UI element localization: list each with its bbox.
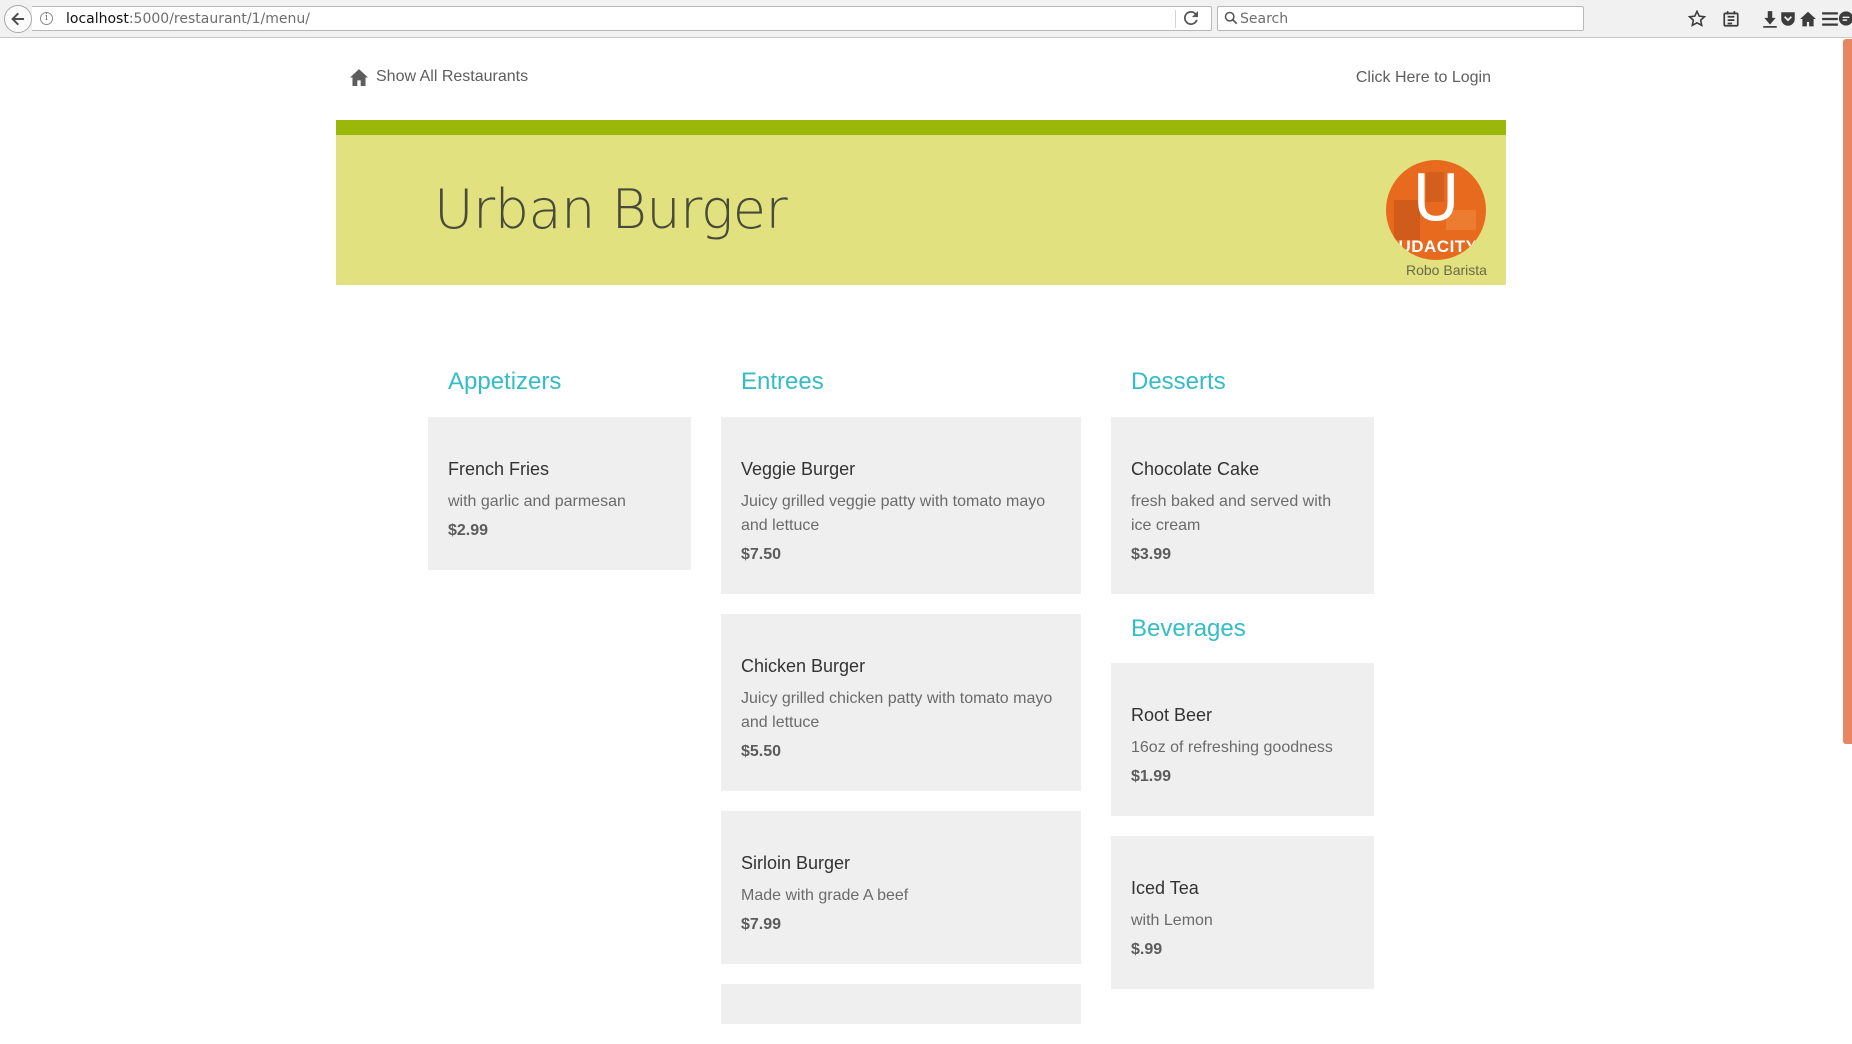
menu-item-name: Veggie Burger [741, 459, 856, 479]
reading-list-icon[interactable] [1719, 7, 1743, 31]
section-title-desserts: Desserts [1131, 368, 1226, 395]
menu-icon[interactable] [1818, 7, 1842, 31]
info-icon[interactable]: i [40, 12, 53, 25]
entrees-column: Entrees Veggie Burger Juicy grilled vegg… [721, 360, 1081, 1044]
menu-item-description: Juicy grilled chicken patty with tomato … [741, 690, 1053, 731]
avatar-logo-text: UDACITY [1398, 237, 1478, 256]
address-bar[interactable]: i localhost:5000/restaurant/1/menu/ [32, 6, 1212, 31]
menu-item-card: Root Beer 16oz of refreshing goodness $1… [1111, 663, 1374, 816]
home-icon [350, 68, 368, 86]
menu-item-price: $7.99 [741, 916, 782, 933]
search-bar[interactable] [1217, 6, 1584, 31]
restaurant-name: Urban Burger [434, 178, 788, 241]
reload-icon [1183, 10, 1198, 25]
menu-item-description: Made with grade A beef [741, 887, 909, 904]
menu-item-description: 16oz of refreshing goodness [1131, 739, 1333, 756]
menu-item-price: $1.99 [1131, 768, 1172, 785]
browser-toolbar: i localhost:5000/restaurant/1/menu/ [0, 0, 1852, 38]
avatar-logo-letter: U [1412, 162, 1460, 236]
menu-item-description: with Lemon [1131, 912, 1213, 929]
menu-item-card: Iced Tea with Lemon $.99 [1111, 836, 1374, 989]
menu-item-name: Sirloin Burger [741, 853, 851, 873]
restaurant-banner: Urban Burger U UDACITY Robo Barista [336, 120, 1506, 285]
login-link[interactable]: Click Here to Login [1356, 69, 1491, 87]
section-title-entrees: Entrees [741, 368, 824, 395]
menu-item-price: $7.50 [741, 546, 782, 563]
menu-item-card-partial [721, 984, 1081, 1024]
menu-item-card: French Fries with garlic and parmesan $2… [428, 417, 691, 570]
menu-item-description: Juicy grilled veggie patty with tomato m… [741, 493, 1046, 534]
urlbar-separator [1175, 10, 1176, 28]
page-scrollbar-thumb[interactable] [1843, 39, 1852, 744]
back-button[interactable] [4, 5, 32, 33]
menu-item-name: French Fries [448, 459, 550, 479]
menu-item-card: Veggie Burger Juicy grilled veggie patty… [721, 417, 1081, 594]
menu-item-price: $2.99 [448, 522, 489, 539]
url-path: :5000/restaurant/1/menu/ [128, 11, 310, 27]
back-arrow-icon [11, 12, 24, 26]
menu-item-description: with garlic and parmesan [448, 493, 626, 510]
menu-item-price: $3.99 [1131, 546, 1172, 563]
section-title-appetizers: Appetizers [448, 368, 562, 395]
bookmark-star-icon[interactable] [1685, 7, 1709, 31]
menu-item-card: Chocolate Cake fresh baked and served wi… [1111, 417, 1374, 594]
menu-item-name: Root Beer [1131, 705, 1213, 725]
appetizers-column: Appetizers French Fries with garlic and … [428, 360, 691, 590]
url-host: localhost [66, 11, 129, 27]
menu-item-price: $.99 [1131, 941, 1163, 958]
menu-item-name: Iced Tea [1131, 878, 1199, 898]
avatar: U UDACITY [1386, 160, 1486, 260]
pocket-icon[interactable] [1776, 7, 1800, 31]
avatar-caption: Robo Barista [1406, 262, 1487, 278]
reload-button[interactable] [1183, 10, 1202, 27]
menu-item-description: fresh baked and served with ice cream [1131, 493, 1332, 534]
show-all-restaurants-label: Show All Restaurants [376, 68, 529, 85]
top-navigation: Show All Restaurants Click Here to Login [336, 60, 1506, 100]
url-text[interactable]: localhost:5000/restaurant/1/menu/ [66, 11, 310, 27]
menu-item-card: Chicken Burger Juicy grilled chicken pat… [721, 614, 1081, 791]
desserts-column: Desserts Chocolate Cake fresh baked and … [1111, 360, 1374, 1009]
menu-item-name: Chocolate Cake [1131, 459, 1260, 479]
section-title-beverages: Beverages [1131, 615, 1246, 642]
search-icon [1224, 11, 1238, 25]
menu-item-card: Sirloin Burger Made with grade A beef $7… [721, 811, 1081, 964]
menu-item-price: $5.50 [741, 743, 782, 760]
menu-item-name: Chicken Burger [741, 656, 866, 676]
show-all-restaurants-link[interactable]: Show All Restaurants [350, 68, 528, 86]
search-input[interactable] [1240, 9, 1570, 28]
